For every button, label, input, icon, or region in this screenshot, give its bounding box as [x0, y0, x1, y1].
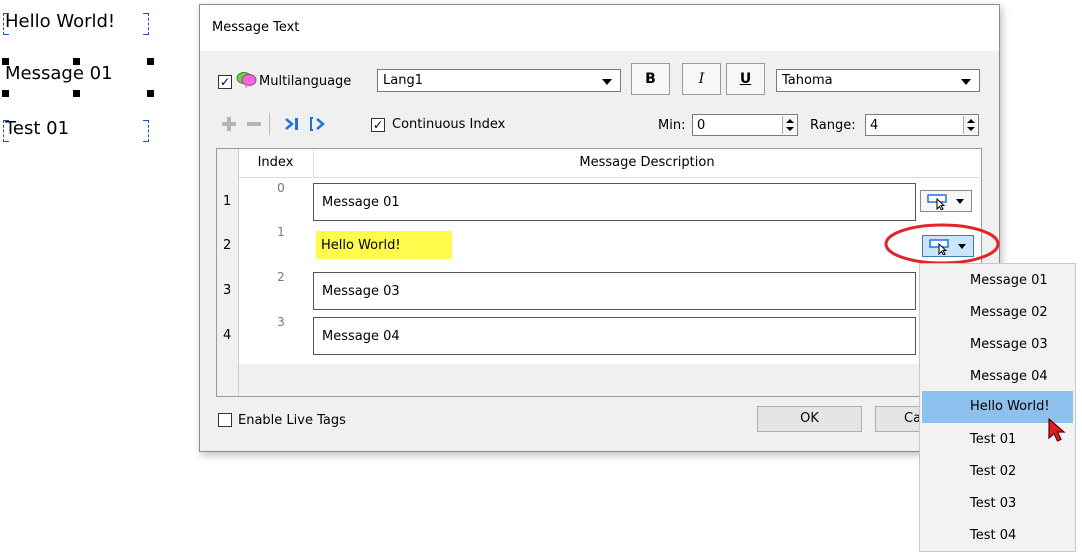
canvas-text: Test 01: [5, 118, 70, 139]
menu-item[interactable]: Test 04: [920, 520, 1075, 552]
canvas-text: Hello World!: [5, 11, 116, 32]
min-spinner[interactable]: 0: [692, 114, 798, 136]
dialog-titlebar: Message Text: [200, 5, 999, 51]
bold-button[interactable]: B: [631, 63, 670, 95]
row-index: 3: [277, 315, 285, 329]
continuous-index-checkbox[interactable]: ✓: [371, 118, 385, 132]
multilanguage-label: Multilanguage: [259, 74, 352, 89]
selection-bracket: [143, 120, 149, 142]
add-icon[interactable]: [221, 116, 237, 132]
menu-item[interactable]: Message 03: [920, 329, 1075, 361]
resize-handle[interactable]: [147, 58, 154, 65]
description-text: Message 04: [322, 329, 400, 344]
row-number: 4: [223, 328, 232, 343]
font-value: Tahoma: [782, 73, 833, 88]
remove-icon[interactable]: [246, 116, 262, 132]
go-to-end-icon[interactable]: [284, 116, 300, 132]
menu-item[interactable]: Message 04: [920, 361, 1075, 393]
selection-bracket: [143, 13, 149, 35]
insert-icon[interactable]: [310, 116, 328, 132]
tag-picker-button[interactable]: [920, 190, 972, 212]
dialog-title: Message Text: [212, 20, 300, 35]
resize-handle[interactable]: [73, 90, 80, 97]
menu-item[interactable]: Test 03: [920, 488, 1075, 520]
message-table: Index Message Description 1 0 Message 01…: [216, 148, 982, 397]
resize-handle[interactable]: [147, 90, 154, 97]
chevron-down-icon: [956, 199, 964, 204]
description-cell[interactable]: Hello World!: [313, 227, 883, 265]
menu-item[interactable]: Message 01: [920, 265, 1075, 297]
row-index: 0: [277, 181, 285, 195]
description-cell[interactable]: Message 04: [313, 317, 916, 355]
description-text: Message 03: [322, 284, 400, 299]
min-label: Min:: [658, 118, 686, 133]
font-select[interactable]: Tahoma: [776, 69, 980, 92]
italic-button[interactable]: I: [682, 63, 721, 95]
row-number: 2: [223, 238, 232, 253]
row-header-column: [217, 149, 239, 396]
table-empty-area: [217, 364, 981, 396]
description-text: Hello World!: [321, 238, 401, 253]
resize-handle[interactable]: [2, 90, 9, 97]
language-value: Lang1: [383, 73, 423, 88]
chevron-down-icon: [961, 79, 971, 85]
tag-dropdown-menu: Message 01 Message 02 Message 03 Message…: [919, 263, 1076, 552]
row-number: 1: [223, 194, 232, 209]
row-number: 3: [223, 283, 232, 298]
ok-button[interactable]: OK: [757, 406, 862, 432]
spin-arrows-icon[interactable]: [963, 116, 977, 134]
multilanguage-checkbox[interactable]: ✓: [218, 75, 232, 89]
underline-button[interactable]: U: [726, 63, 765, 95]
speech-bubbles-icon: [236, 72, 257, 89]
toolbar-separator: [269, 113, 270, 135]
range-label: Range:: [810, 118, 856, 133]
language-select[interactable]: Lang1: [377, 69, 621, 92]
menu-item[interactable]: Test 02: [920, 456, 1075, 488]
canvas-text: Message 01: [5, 63, 113, 84]
description-cell[interactable]: Message 01: [313, 183, 916, 221]
description-text: Message 01: [322, 195, 400, 210]
range-value: 4: [870, 118, 879, 133]
column-header-description[interactable]: Message Description: [313, 149, 980, 178]
description-cell[interactable]: Message 03: [313, 272, 916, 310]
callout-circle: [884, 223, 1000, 265]
chevron-down-icon: [602, 79, 612, 85]
row-index: 1: [277, 225, 285, 239]
range-spinner[interactable]: 4: [865, 114, 979, 136]
spin-arrows-icon[interactable]: [782, 116, 796, 134]
enable-live-tags-checkbox[interactable]: [218, 413, 232, 427]
column-header-index[interactable]: Index: [239, 149, 312, 178]
mouse-cursor-icon: [1048, 418, 1066, 442]
pointer-tag-icon: [927, 194, 947, 210]
enable-live-tags-label: Enable Live Tags: [238, 413, 346, 428]
menu-item[interactable]: Message 02: [920, 297, 1075, 329]
min-value: 0: [697, 118, 706, 133]
continuous-index-label: Continuous Index: [392, 117, 506, 132]
row-index: 2: [277, 270, 285, 284]
